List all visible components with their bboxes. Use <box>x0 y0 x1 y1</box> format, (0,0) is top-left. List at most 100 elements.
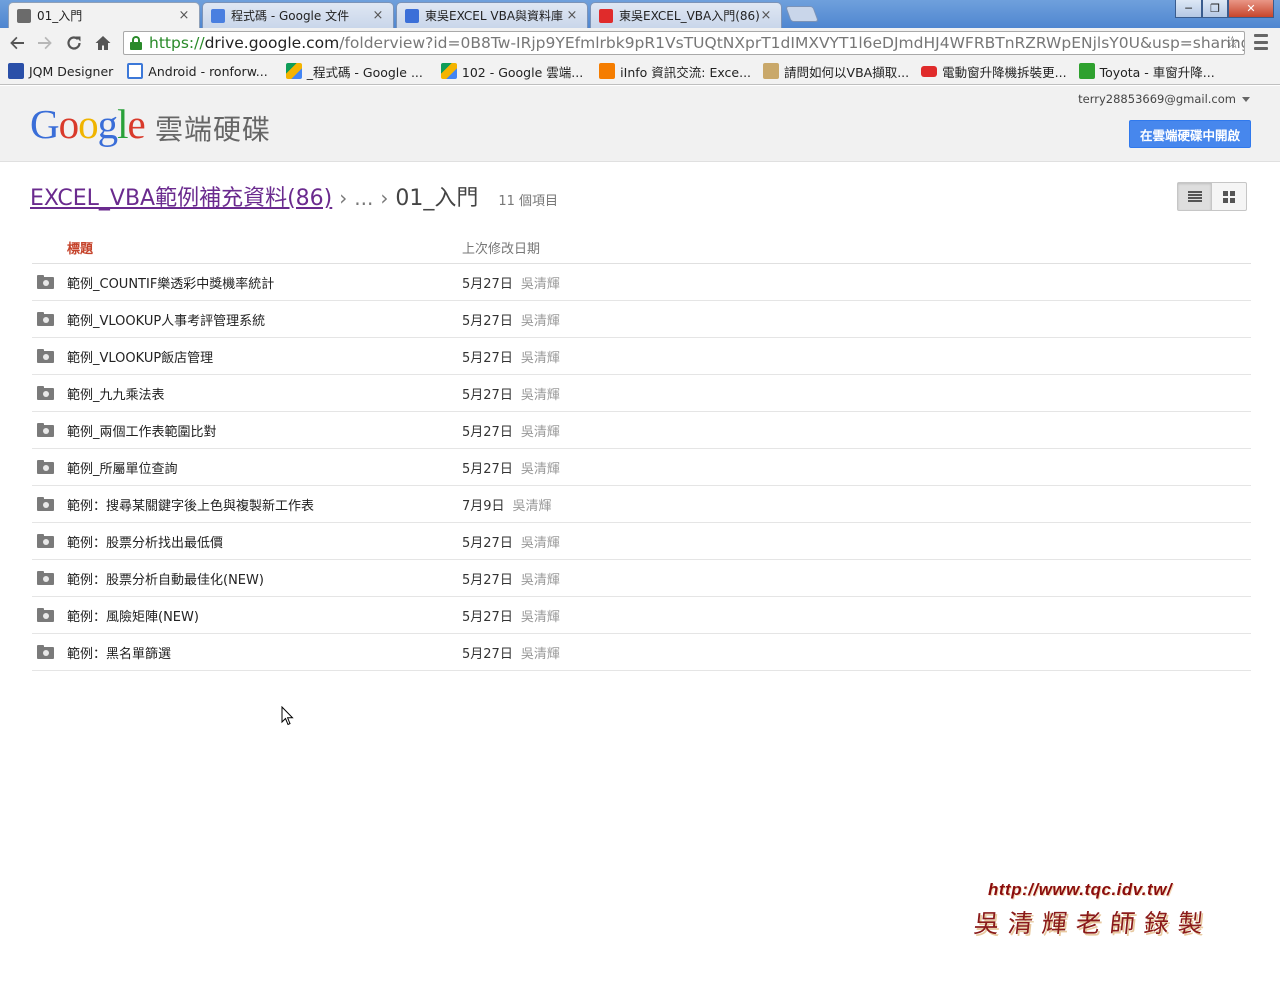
table-row[interactable]: 範例_COUNTIF樂透彩中獎機率統計 5月27日 吳清輝 <box>32 264 1251 301</box>
bookmark-iinfo[interactable]: iInfo 資訊交流: Exce... <box>599 62 751 81</box>
forward-button[interactable] <box>34 32 56 54</box>
bookmark-android[interactable]: Android - ronforw... <box>127 63 268 79</box>
account-menu[interactable]: terry28853669@gmail.com <box>1078 92 1250 106</box>
item-count: 11 個項目 <box>498 194 559 209</box>
tab-youtube-vba[interactable]: 東吳EXCEL_VBA入門(86) × <box>590 2 782 28</box>
watermark-url: http://www.tqc.idv.tw/ <box>988 880 1173 899</box>
file-list-header: 標題 上次修改日期 <box>32 232 1251 264</box>
bookmark-star-icon[interactable]: ☆ <box>1225 33 1240 53</box>
chrome-menu-icon[interactable] <box>1254 34 1268 50</box>
grid-view-button[interactable] <box>1212 183 1246 210</box>
shared-folder-icon <box>37 312 55 326</box>
restore-button[interactable]: ❐ <box>1202 0 1228 18</box>
tab-01-intro[interactable]: 01_入門 × <box>8 2 200 28</box>
file-name[interactable]: 範例_VLOOKUP飯店管理 <box>67 347 462 366</box>
url-scheme: https:// <box>149 34 205 52</box>
browser-toolbar: https://drive.google.com/folderview?id=0… <box>0 28 1280 58</box>
modified-date: 5月27日 <box>462 276 513 292</box>
watermark-signature: 吳清輝老師錄製 <box>972 909 1214 938</box>
shared-folder-icon <box>37 497 55 511</box>
file-name[interactable]: 範例_COUNTIF樂透彩中獎機率統計 <box>67 273 462 292</box>
file-name[interactable]: 範例：搜尋某關鍵字後上色與複製新工作表 <box>67 495 462 514</box>
file-name[interactable]: 範例：股票分析找出最低價 <box>67 532 462 551</box>
owner-name: 吳清輝 <box>520 609 560 625</box>
back-button[interactable] <box>6 32 28 54</box>
column-header-title[interactable]: 標題 <box>32 238 462 257</box>
home-button[interactable] <box>92 32 114 54</box>
shared-folder-icon <box>37 349 55 363</box>
breadcrumb-parent-link[interactable]: EXCEL_VBA範例補充資料(86) <box>30 180 332 212</box>
file-name[interactable]: 範例_九九乘法表 <box>67 384 462 403</box>
table-row[interactable]: 範例：風險矩陣(NEW) 5月27日 吳清輝 <box>32 597 1251 634</box>
close-icon[interactable]: × <box>177 8 191 23</box>
chevron-down-icon <box>1242 96 1250 102</box>
list-view-button[interactable] <box>1178 183 1213 210</box>
table-row[interactable]: 範例_九九乘法表 5月27日 吳清輝 <box>32 375 1251 412</box>
close-icon[interactable]: × <box>565 8 579 23</box>
bookmark-102-drive[interactable]: 102 - Google 雲端... <box>440 62 584 81</box>
modified-date: 5月27日 <box>462 424 513 440</box>
close-window-button[interactable]: ✕ <box>1228 0 1274 18</box>
table-row[interactable]: 範例：股票分析找出最低價 5月27日 吳清輝 <box>32 523 1251 560</box>
forum-icon <box>763 63 780 79</box>
mouse-cursor-icon <box>281 706 294 726</box>
list-view-icon <box>1187 191 1202 202</box>
file-name[interactable]: 範例：黑名單篩選 <box>67 643 462 662</box>
owner-name: 吳清輝 <box>520 535 560 551</box>
close-icon[interactable]: × <box>371 8 385 23</box>
address-bar[interactable]: https://drive.google.com/folderview?id=0… <box>123 31 1245 55</box>
owner-name: 吳清輝 <box>520 387 560 403</box>
table-row[interactable]: 範例：黑名單篩選 5月27日 吳清輝 <box>32 634 1251 671</box>
new-tab-button[interactable] <box>785 6 819 22</box>
drive-icon <box>285 63 302 79</box>
bookmark-label: Toyota - 車窗升降... <box>1099 64 1215 80</box>
file-list: 標題 上次修改日期 範例_COUNTIF樂透彩中獎機率統計 5月27日 吳清輝 範例_… <box>32 232 1251 671</box>
bookmark-code-docs[interactable]: _程式碼 - Google ... <box>285 62 423 81</box>
bookmarks-bar: JQM Designer Android - ronforw... _程式碼 -… <box>0 58 1280 85</box>
tab-vba-database[interactable]: 東吳EXCEL VBA與資料庫 × <box>396 2 588 28</box>
owner-name: 吳清輝 <box>520 350 560 366</box>
jqm-icon <box>8 63 24 79</box>
tab-title: 東吳EXCEL_VBA入門(86) <box>619 9 759 23</box>
modified-date: 5月27日 <box>462 350 513 366</box>
table-row[interactable]: 範例_VLOOKUP人事考評管理系統 5月27日 吳清輝 <box>32 301 1251 338</box>
shared-folder-icon <box>37 423 55 437</box>
breadcrumb-separator: › <box>339 186 348 210</box>
table-row[interactable]: 範例：股票分析自動最佳化(NEW) 5月27日 吳清輝 <box>32 560 1251 597</box>
tab-google-docs[interactable]: 程式碼 - Google 文件 × <box>202 2 394 28</box>
drive-header: Google 雲端硬碟 terry28853669@gmail.com 在雲端硬… <box>0 86 1280 162</box>
modified-date: 5月27日 <box>462 609 513 625</box>
table-row[interactable]: 範例_兩個工作表範圍比對 5月27日 吳清輝 <box>32 412 1251 449</box>
bookmark-label: 電動窗升降機拆裝更... <box>942 64 1067 80</box>
bookmark-toyota[interactable]: Toyota - 車窗升降... <box>1078 62 1215 81</box>
modified-date: 5月27日 <box>462 572 513 588</box>
modified-date: 5月27日 <box>462 461 513 477</box>
file-name[interactable]: 範例：風險矩陣(NEW) <box>67 606 462 625</box>
table-row[interactable]: 範例：搜尋某關鍵字後上色與複製新工作表 7月9日 吳清輝 <box>32 486 1251 523</box>
youtube-icon <box>599 8 613 23</box>
modified-date: 5月27日 <box>462 646 513 662</box>
breadcrumb-ellipsis[interactable]: ... <box>354 186 373 210</box>
bookmark-vba-question[interactable]: 請問如何以VBA擷取... <box>763 62 909 81</box>
google-logo[interactable]: Google <box>30 100 146 148</box>
forms-icon <box>405 8 419 23</box>
column-header-modified[interactable]: 上次修改日期 <box>462 238 540 257</box>
table-row[interactable]: 範例_VLOOKUP飯店管理 5月27日 吳清輝 <box>32 338 1251 375</box>
file-name[interactable]: 範例：股票分析自動最佳化(NEW) <box>67 569 462 588</box>
owner-name: 吳清輝 <box>520 646 560 662</box>
file-name[interactable]: 範例_所屬單位查詢 <box>67 458 462 477</box>
bookmark-window-motor[interactable]: 電動窗升降機拆裝更... <box>921 62 1067 81</box>
owner-name: 吳清輝 <box>520 276 560 292</box>
browser-tab-strip: 01_入門 × 程式碼 - Google 文件 × 東吳EXCEL VBA與資料… <box>0 0 1280 28</box>
reload-button[interactable] <box>63 32 85 54</box>
file-name[interactable]: 範例_VLOOKUP人事考評管理系統 <box>67 310 462 329</box>
minimize-button[interactable]: ─ <box>1175 0 1202 18</box>
file-name[interactable]: 範例_兩個工作表範圍比對 <box>67 421 462 440</box>
grid-view-icon <box>1223 190 1235 203</box>
table-row[interactable]: 範例_所屬單位查詢 5月27日 吳清輝 <box>32 449 1251 486</box>
owner-name: 吳清輝 <box>520 313 560 329</box>
bookmark-jqm-designer[interactable]: JQM Designer <box>8 63 113 79</box>
close-icon[interactable]: × <box>759 8 773 23</box>
bookmark-label: 102 - Google 雲端... <box>461 64 584 80</box>
open-in-drive-button[interactable]: 在雲端硬碟中開啟 <box>1129 120 1251 148</box>
